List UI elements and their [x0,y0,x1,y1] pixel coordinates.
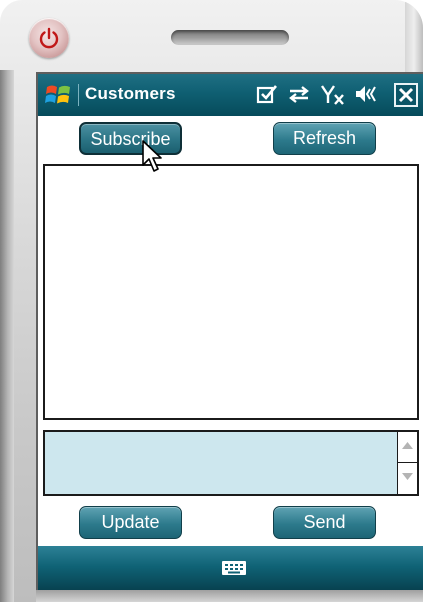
menu-bar [38,546,423,592]
device-left-edge [0,70,14,602]
refresh-button[interactable]: Refresh [273,122,376,155]
title-separator [78,84,79,106]
power-icon [39,27,59,49]
scroll-up-arrow-icon [402,442,413,449]
window-title: Customers [85,84,176,103]
close-icon [398,87,414,103]
checkbox-icon[interactable] [256,83,278,105]
power-button[interactable] [29,18,69,58]
device-bottom-strip [36,590,423,602]
update-button[interactable]: Update [79,506,182,539]
no-signal-antenna-icon[interactable] [320,83,346,107]
title-bar: Customers [38,74,423,116]
textbox-scrollbar[interactable] [397,432,417,494]
scroll-up-button[interactable] [398,432,417,463]
speaker-slot [171,30,289,45]
message-textbox[interactable] [43,430,419,496]
windows-flag-icon[interactable] [44,82,74,108]
sync-arrows-icon[interactable] [286,83,312,105]
speaker-icon[interactable] [354,83,380,105]
mouse-cursor-icon [142,140,162,172]
send-button[interactable]: Send [273,506,376,539]
close-button[interactable] [394,83,418,107]
scroll-down-arrow-icon [402,473,413,480]
scroll-down-button[interactable] [398,463,417,493]
app-window: Customers Subscribe Refresh Update Send [36,72,423,592]
device-frame: Customers Subscribe Refresh Update Send [0,0,423,602]
keyboard-icon[interactable] [221,559,247,577]
subscribe-button[interactable]: Subscribe [79,122,182,155]
customers-list[interactable] [43,164,419,420]
